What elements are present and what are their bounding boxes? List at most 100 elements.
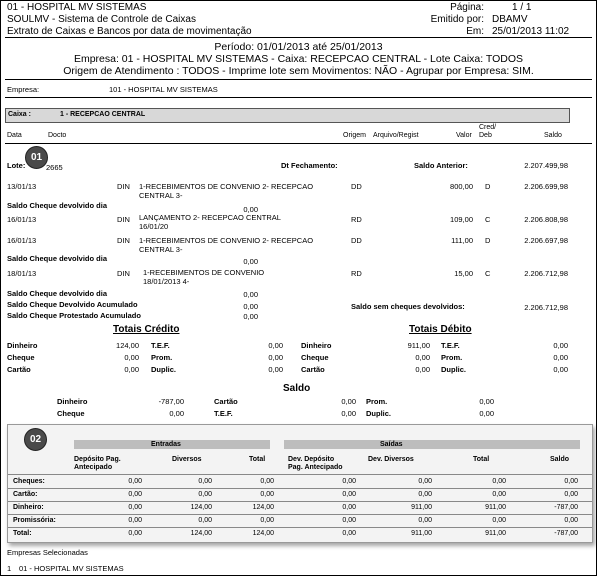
tc-label-1: Cheque bbox=[7, 353, 35, 362]
panel-cell: 0,00 bbox=[342, 478, 356, 485]
panel-cell: 0,00 bbox=[260, 491, 274, 498]
entry-desc-cont: 18/01/2013 4- bbox=[143, 277, 190, 286]
col-data: Data bbox=[7, 132, 22, 139]
td-value-2: 0,00 bbox=[553, 365, 568, 374]
entry-doc: DIN bbox=[117, 269, 130, 278]
report-page: 01 - HOSPITAL MV SISTEMAS SOULMV - Siste… bbox=[0, 0, 597, 576]
lote-value: 2665 bbox=[46, 163, 63, 172]
entry-saldo: 2.206.699,98 bbox=[524, 182, 568, 191]
panel-cell: 124,00 bbox=[252, 530, 274, 537]
tc-label-2: T.E.F. bbox=[151, 341, 170, 350]
fechamento-label: Dt Fechamento: bbox=[281, 161, 338, 170]
tc-value-1: 0,00 bbox=[124, 365, 139, 374]
panel-cell: 0,00 bbox=[418, 478, 432, 485]
panel-row-line bbox=[8, 514, 592, 515]
panel-cell: -787,00 bbox=[554, 530, 578, 537]
saldo-value-3: 0,00 bbox=[479, 397, 494, 406]
tc-value-1: 0,00 bbox=[124, 353, 139, 362]
emitido-label: Emitido por: bbox=[430, 14, 484, 25]
col-total: Total bbox=[249, 456, 266, 463]
panel-cell: 0,00 bbox=[564, 517, 578, 524]
panel-row-label: Total: bbox=[13, 530, 32, 537]
em-label: Em: bbox=[466, 26, 484, 37]
cheque-devolvido-label: Saldo Cheque devolvido dia bbox=[7, 254, 108, 263]
col-cred: Cred/ bbox=[479, 124, 497, 131]
periodo-line: Período: 01/01/2013 até 25/01/2013 bbox=[214, 41, 383, 53]
panel-cell: 0,00 bbox=[342, 530, 356, 537]
empresa-divider bbox=[5, 97, 592, 98]
panel-divider bbox=[8, 474, 592, 475]
saidas-title: Saídas bbox=[380, 441, 403, 448]
totais-debito-title: Totais Débito bbox=[409, 324, 472, 335]
entradas-title: Entradas bbox=[151, 441, 181, 448]
hospital-name: 01 - HOSPITAL MV SISTEMAS bbox=[7, 2, 147, 13]
cheque-devolvido-value: 0,00 bbox=[243, 257, 258, 266]
acumulado-label: Saldo Cheque Devolvido Acumulado bbox=[7, 300, 138, 309]
saidas-bar bbox=[284, 440, 580, 449]
tc-value-2: 0,00 bbox=[268, 365, 283, 374]
panel-cell: 124,00 bbox=[252, 504, 274, 511]
entry-valor: 111,00 bbox=[451, 236, 473, 245]
saldo-anterior-label: Saldo Anterior: bbox=[414, 161, 468, 170]
saldo-label-3: Duplic. bbox=[366, 409, 392, 418]
td-value-2: 0,00 bbox=[553, 341, 568, 350]
cheque-devolvido-label: Saldo Cheque devolvido dia bbox=[7, 201, 108, 210]
panel-cell: 0,00 bbox=[128, 504, 142, 511]
entry-valor: 800,00 bbox=[450, 182, 473, 191]
entry-saldo: 2.206.712,98 bbox=[524, 269, 568, 278]
panel-row-line bbox=[8, 501, 592, 502]
saldo-value-1: 0,00 bbox=[169, 409, 184, 418]
entry-origem: RD bbox=[351, 215, 362, 224]
caixa-label: Caixa : bbox=[8, 111, 31, 118]
footer-index: 1 bbox=[7, 564, 12, 573]
panel-cell: 124,00 bbox=[190, 504, 212, 511]
emitido-value: DBAMV bbox=[492, 14, 528, 25]
filter-line-3: Origem de Atendimento : TODOS - Imprime … bbox=[63, 65, 534, 77]
system-name: SOULMV - Sistema de Controle de Caixas bbox=[7, 14, 196, 25]
saldo-label-3: Prom. bbox=[366, 397, 388, 406]
entry-desc: 1-RECEBIMENTOS DE CONVENIO 2- RECEPCAO bbox=[139, 236, 314, 245]
protestado-value: 0,00 bbox=[243, 312, 258, 321]
col-dev-dep-2: Pag. Antecipado bbox=[288, 464, 343, 471]
panel-cell: 0,00 bbox=[492, 491, 506, 498]
empresa-value: 101 - HOSPITAL MV SISTEMAS bbox=[109, 85, 218, 94]
saldo-value-2: 0,00 bbox=[341, 409, 356, 418]
panel-cell: 0,00 bbox=[564, 478, 578, 485]
entry-saldo: 2.206.808,98 bbox=[524, 215, 568, 224]
sem-cheques-label: Saldo sem cheques devolvidos: bbox=[351, 302, 465, 311]
col-dep-ant-2: Antecipado bbox=[74, 464, 113, 471]
columns-divider bbox=[5, 143, 592, 144]
filter-divider bbox=[5, 79, 592, 80]
panel-cell: 0,00 bbox=[198, 517, 212, 524]
saldo-label-1: Dinheiro bbox=[57, 397, 88, 406]
panel-row-label: Cheques: bbox=[13, 478, 45, 485]
entry-desc: LANÇAMENTO 2- RECEPCAO CENTRAL bbox=[139, 213, 281, 222]
lote-label: Lote: bbox=[7, 161, 26, 170]
empresas-selecionadas-title: Empresas Selecionadas bbox=[7, 548, 88, 557]
col-saldo-2: Saldo bbox=[550, 456, 570, 463]
cheque-devolvido-label: Saldo Cheque devolvido dia bbox=[7, 289, 108, 298]
entry-desc-cont: CENTRAL 3- bbox=[139, 191, 183, 200]
saldo-label-2: Cartão bbox=[214, 397, 238, 406]
saldo-title: Saldo bbox=[283, 383, 311, 394]
panel-cell: 0,00 bbox=[342, 517, 356, 524]
saldo-label-1: Cheque bbox=[57, 409, 85, 418]
col-valor: Valor bbox=[456, 132, 472, 139]
panel-cell: 0,00 bbox=[564, 491, 578, 498]
td-value-1: 0,00 bbox=[415, 353, 430, 362]
col-arquivo: Arquivo/Regist bbox=[373, 132, 419, 139]
tc-value-1: 124,00 bbox=[116, 341, 139, 350]
entry-saldo: 2.206.697,98 bbox=[524, 236, 568, 245]
col-total-2: Total bbox=[473, 456, 490, 463]
sem-cheques-value: 2.206.712,98 bbox=[524, 303, 568, 312]
entry-valor: 15,00 bbox=[454, 269, 473, 278]
pagina-value: 1 / 1 bbox=[512, 2, 532, 13]
panel-row-label: Dinheiro: bbox=[13, 504, 44, 511]
panel-cell: 0,00 bbox=[260, 517, 274, 524]
tc-label-2: Duplic. bbox=[151, 365, 177, 374]
protestado-label: Saldo Cheque Protestado Acumulado bbox=[7, 311, 141, 320]
panel-row-label: Promissória: bbox=[13, 517, 56, 524]
report-title: Extrato de Caixas e Bancos por data de m… bbox=[7, 26, 252, 37]
entry-date: 16/01/13 bbox=[7, 215, 37, 224]
panel-row-line bbox=[8, 527, 592, 528]
